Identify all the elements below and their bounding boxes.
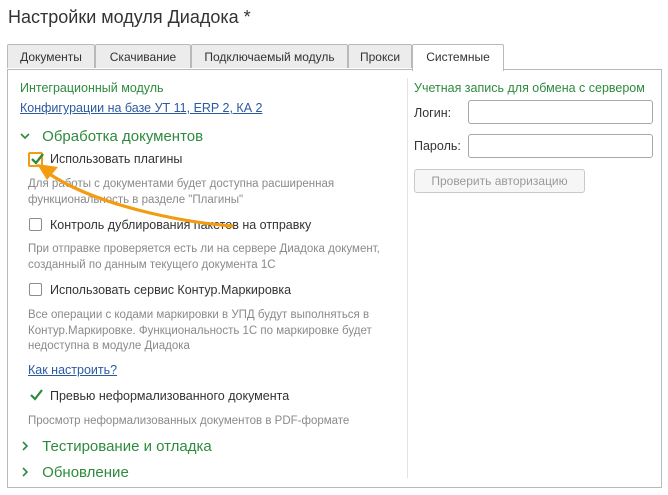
tab-system[interactable]: Системные xyxy=(412,44,504,71)
arrow-icon xyxy=(37,164,234,228)
